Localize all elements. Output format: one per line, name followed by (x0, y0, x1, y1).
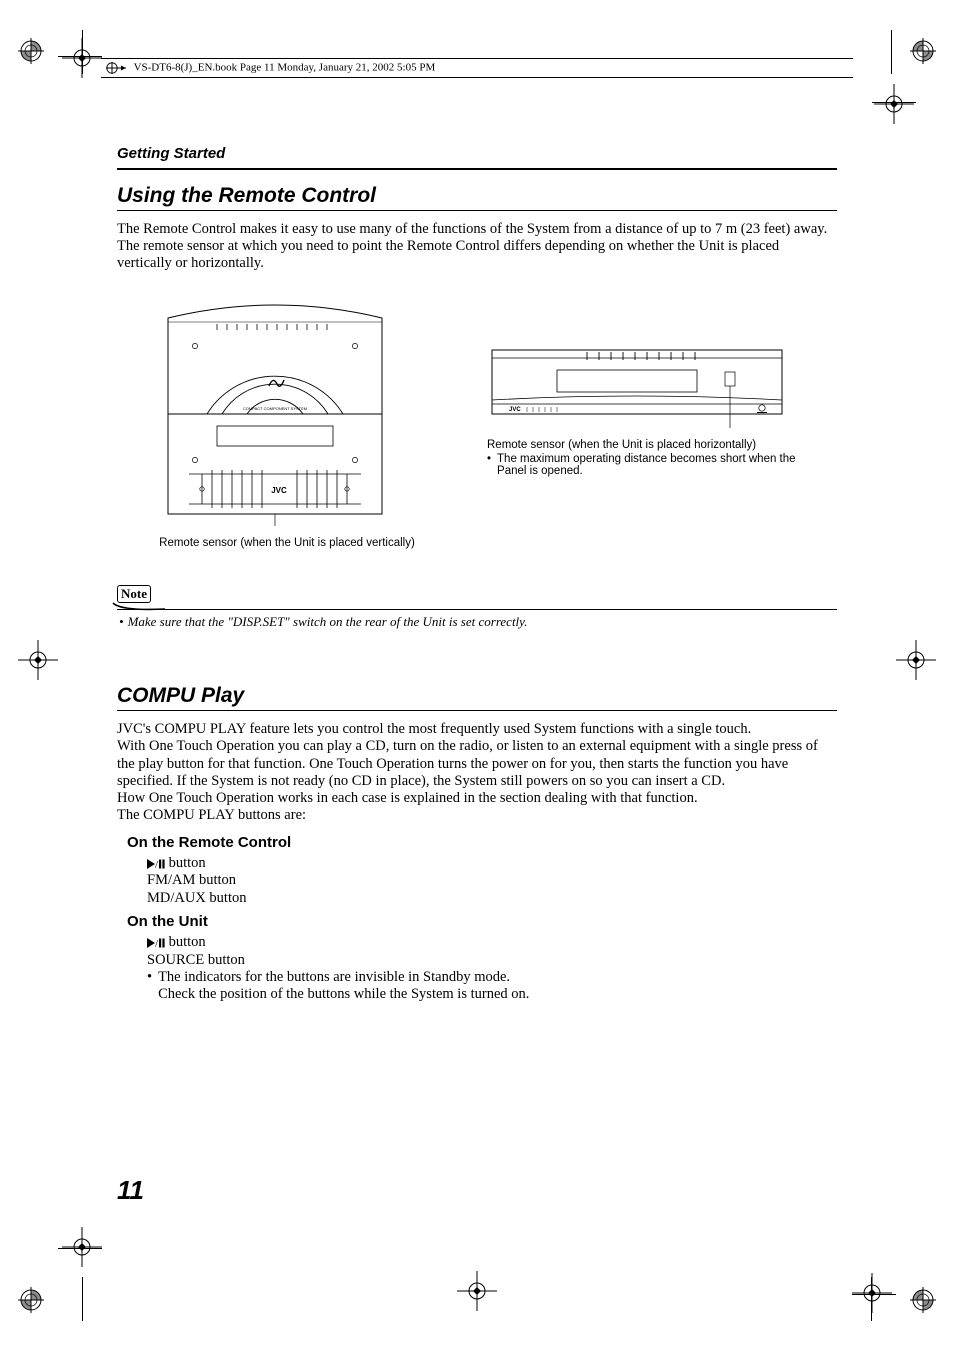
crosshair-icon (852, 1273, 892, 1313)
list-item: / button (147, 855, 837, 872)
slug-line: VS-DT6-8(J)_EN.book Page 11 Monday, Janu… (101, 58, 853, 78)
section-title-remote: Using the Remote Control (117, 184, 837, 208)
crop-line (82, 30, 83, 74)
crosshair-icon (62, 1227, 102, 1267)
unit-bullet: • The indicators for the buttons are inv… (147, 969, 837, 1003)
crop-line (871, 1277, 872, 1321)
crosshair-icon (874, 84, 914, 124)
subhead-remote: On the Remote Control (127, 834, 837, 851)
figure-illustration: COMPACT COMPONENT SYSTEM (147, 286, 447, 531)
figure-note-text: The maximum operating distance becomes s… (497, 453, 817, 477)
crop-line (872, 102, 916, 103)
figure-illustration: JVC (487, 342, 817, 433)
list-item: / button (147, 934, 837, 951)
list-item-text: button (165, 934, 206, 950)
svg-text:/: / (155, 859, 159, 869)
paragraph: The COMPU PLAY buttons are: (117, 807, 837, 824)
svg-text:JVC: JVC (271, 486, 287, 495)
play-pause-icon: / (147, 934, 165, 950)
note-text: Make sure that the "DISP.SET" switch on … (128, 614, 528, 629)
registration-mark-icon (18, 1287, 44, 1313)
crop-line (82, 1277, 83, 1321)
remote-button-list: / button FM/AM button MD/AUX button (147, 855, 837, 907)
page-content: Getting Started Using the Remote Control… (117, 145, 837, 1003)
slug-arrow-icon (101, 61, 131, 75)
figure-note: • The maximum operating distance becomes… (487, 453, 817, 477)
svg-text:/: / (155, 938, 159, 948)
divider (117, 710, 837, 711)
divider (117, 168, 837, 170)
subhead-unit: On the Unit (127, 913, 837, 930)
note-label: Note (117, 585, 837, 609)
registration-mark-icon (18, 38, 44, 64)
divider (117, 210, 837, 211)
bullet-line: Check the position of the buttons while … (158, 986, 529, 1003)
bullet-line: The indicators for the buttons are invis… (158, 969, 529, 986)
page-number: 11 (117, 1175, 144, 1206)
running-head: Getting Started (117, 145, 837, 162)
list-item-text: button (165, 855, 206, 871)
paragraph: JVC's COMPU PLAY feature lets you contro… (117, 721, 837, 738)
paragraph: The Remote Control makes it easy to use … (117, 221, 837, 272)
list-item: SOURCE button (147, 952, 837, 969)
crop-line (58, 1248, 102, 1249)
crosshair-icon (457, 1271, 497, 1311)
svg-text:COMPACT COMPONENT SYSTEM: COMPACT COMPONENT SYSTEM (243, 406, 307, 411)
divider (117, 609, 837, 610)
slug-text: VS-DT6-8(J)_EN.book Page 11 Monday, Janu… (134, 62, 436, 74)
registration-mark-icon (910, 1287, 936, 1313)
note-stroke-icon (111, 601, 165, 613)
section-title-compu-play: COMPU Play (117, 684, 837, 708)
play-pause-icon: / (147, 855, 165, 871)
figure-vertical-unit: COMPACT COMPONENT SYSTEM (147, 286, 447, 549)
crop-line (852, 1294, 896, 1295)
paragraph: How One Touch Operation works in each ca… (117, 790, 837, 807)
list-item: MD/AUX button (147, 890, 837, 907)
figure-caption: Remote sensor (when the Unit is placed v… (127, 537, 447, 549)
figure-caption: Remote sensor (when the Unit is placed h… (487, 439, 817, 451)
note-item: •Make sure that the "DISP.SET" switch on… (117, 614, 837, 630)
unit-button-list: / button SOURCE button (147, 934, 837, 969)
svg-text:JVC: JVC (509, 407, 521, 413)
crop-line (58, 56, 102, 57)
crosshair-icon (18, 640, 58, 680)
figure-horizontal-unit: JVC Remote sensor (when the Unit is plac… (487, 342, 817, 477)
paragraph: With One Touch Operation you can play a … (117, 738, 837, 789)
figure-row: COMPACT COMPONENT SYSTEM (117, 286, 837, 549)
crop-line (891, 30, 892, 74)
list-item: FM/AM button (147, 872, 837, 889)
crosshair-icon (896, 640, 936, 680)
registration-mark-icon (910, 38, 936, 64)
note-block: Note •Make sure that the "DISP.SET" swit… (117, 585, 837, 630)
